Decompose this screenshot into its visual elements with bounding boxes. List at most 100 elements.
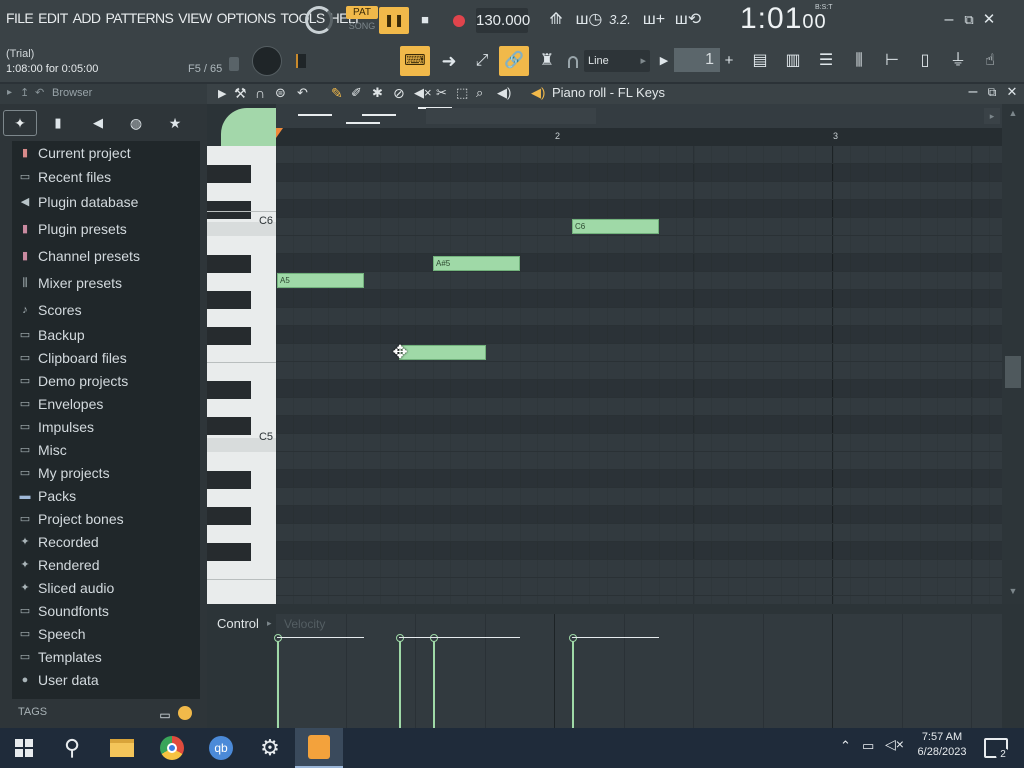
stop-button[interactable]: ■ [412,7,438,33]
browser-back-icon[interactable]: ↶ [35,86,44,99]
undo-icon[interactable]: ↶ [297,85,308,101]
loop-record-icon[interactable]: ш⟲ [673,7,703,33]
browser-item[interactable]: ▭ Templates [18,647,102,667]
add-pattern-icon[interactable]: + [722,48,736,74]
velocity-bar[interactable] [433,638,435,728]
tab-audio-icon[interactable]: ◀ [86,110,110,136]
browser-up-icon[interactable]: ↥ [20,86,29,99]
stamp-icon[interactable]: ♜ [533,48,561,74]
pr-maximize-icon[interactable]: ⧉ [984,82,1000,102]
black-key[interactable] [207,327,251,345]
magnet-snap-icon[interactable]: ∩ [255,85,265,101]
tempo-display[interactable]: 130.000 [476,8,530,33]
magnet-icon[interactable] [568,56,578,68]
search-icon[interactable]: ⚲ [48,728,96,768]
file-explorer-icon[interactable] [98,728,146,768]
browser-icon[interactable]: ▯ [912,48,938,74]
arrow-right-icon[interactable]: ➜ [435,48,463,74]
master-volume-knob[interactable] [305,6,333,34]
note[interactable] [399,345,486,360]
pr-menu-arrow-icon[interactable]: ▶ [218,87,226,100]
wait-for-input-icon[interactable]: ш◷ [575,7,603,33]
start-button[interactable] [0,728,48,768]
control-header[interactable]: Control ▸ [207,614,276,634]
browser-item[interactable]: ▭ Misc [18,440,67,460]
tags-folder-icon[interactable]: ▭ [156,702,174,728]
menu-patterns[interactable]: PATTERNS [105,10,173,26]
master-pitch-knob[interactable] [252,46,282,76]
browser-item[interactable]: ✦ Sliced audio [18,578,114,598]
browser-item[interactable]: ▭ Recent files [18,167,111,187]
velocity-bar[interactable] [277,638,279,728]
browser-item[interactable]: ● User data [18,670,99,690]
song-mode-button[interactable]: SONG [346,21,378,34]
black-key[interactable] [207,201,251,219]
settings-gear-icon[interactable]: ⚙ [246,728,294,768]
show-hidden-icons-icon[interactable]: ⌃ [840,738,851,754]
browser-item[interactable]: ▭ Demo projects [18,371,128,391]
black-key[interactable] [207,543,251,561]
browser-item[interactable]: ✦ Recorded [18,532,98,552]
browser-item[interactable]: ▮ Current project [18,143,131,163]
velocity-lane[interactable] [274,614,1002,728]
browser-item[interactable]: ▮ Channel presets [18,246,140,266]
song-position-display[interactable]: 1:0100 [740,2,827,36]
network-icon[interactable]: ▭ [862,738,874,754]
snap-dropdown[interactable]: Line ▸ [584,50,650,72]
metronome-icon[interactable]: ⟰ [542,7,570,33]
tab-files-icon[interactable]: ▮ [46,110,70,136]
velocity-param-label[interactable]: Velocity [284,617,325,631]
velocity-bar[interactable] [399,638,401,728]
browser-item[interactable]: ◀ Plugin database [18,192,139,212]
playlist-icon[interactable]: ▤ [747,48,773,74]
menu-options[interactable]: OPTIONS [217,10,276,26]
piano-keyboard[interactable]: C6 C5 [207,146,276,604]
close-icon[interactable]: ✕ [980,7,998,33]
tab-all-icon[interactable]: ✦ [3,110,37,136]
brush-icon[interactable]: ✱ [372,85,383,101]
pause-button[interactable]: ❚❚ [379,7,409,34]
volume-muted-icon[interactable]: ◁× [885,736,904,753]
piano-roll-button[interactable]: ⌨ [400,46,430,76]
menu-view[interactable]: VIEW [178,10,212,26]
chrome-icon[interactable] [148,728,196,768]
paint-icon[interactable]: ✐ [351,85,362,101]
black-key[interactable] [207,255,251,273]
mute-tool-icon[interactable]: ◀× [414,85,432,101]
browser-item[interactable]: ▭ Backup [18,325,85,345]
ruler-scroll[interactable] [426,108,596,124]
system-clock[interactable]: 7:57 AM 6/28/2023 [906,731,978,758]
browser-item[interactable]: ▭ Project bones [18,509,124,529]
link-button[interactable]: 🔗 [499,46,529,76]
slide-tool-icon[interactable]: ⤢ [468,48,496,74]
browser-item[interactable]: ▭ Soundfonts [18,601,109,621]
browser-item[interactable]: ⫼ Mixer presets [18,273,122,293]
tab-favorites-icon[interactable]: ★ [163,110,187,136]
maximize-icon[interactable]: ⧉ [960,7,978,33]
zoom-tool-icon[interactable]: ⌕ [476,85,483,101]
black-key[interactable] [207,381,251,399]
black-key[interactable] [207,507,251,525]
fl-studio-taskbar-icon[interactable] [295,728,343,768]
velocity-bar[interactable] [572,638,574,728]
browser-item[interactable]: ▭ Speech [18,624,86,644]
pr-minimize-icon[interactable]: – [965,82,981,102]
tree-icon[interactable]: ⊢ [879,48,905,74]
menu-add[interactable]: ADD [73,10,101,26]
note-grid[interactable]: A5 A#5 C6 [276,146,1002,604]
tags-search-icon[interactable] [178,706,192,720]
pattern-list-icon[interactable]: ☰ [813,48,839,74]
tab-web-icon[interactable]: ◍ [124,110,148,136]
black-key[interactable] [207,417,251,435]
black-key[interactable] [207,471,251,489]
ruler-scroll-right-icon[interactable]: ▸ [984,108,1000,124]
black-key[interactable] [207,165,251,183]
slice-tool-icon[interactable]: ✂ [436,85,447,101]
bar-numbers-strip[interactable]: 2 3 [276,128,1002,146]
browser-item[interactable]: ▭ My projects [18,463,110,483]
qbittorrent-icon[interactable]: qb [197,728,245,768]
vertical-scrollbar[interactable]: ▲ ▼ [1002,104,1024,604]
black-key[interactable] [207,291,251,309]
scroll-thumb[interactable] [1005,356,1021,388]
browser-item[interactable]: ▭ Clipboard files [18,348,127,368]
